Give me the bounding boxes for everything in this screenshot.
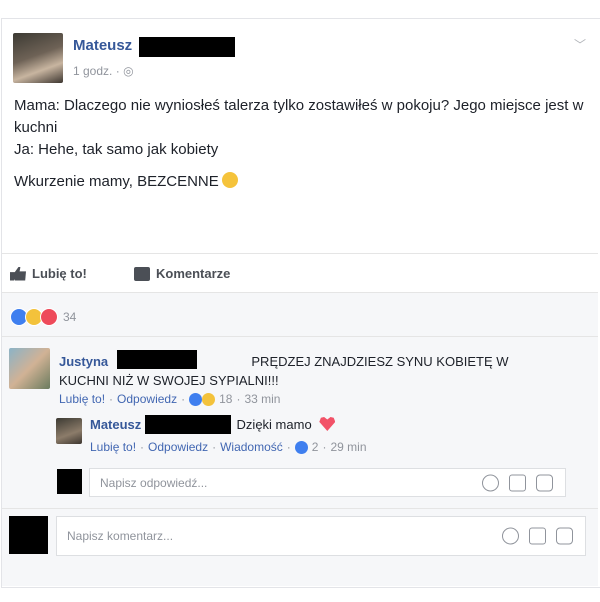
post-line: Ja: Hehe, tak samo jak kobiety <box>14 141 219 158</box>
divider <box>2 253 598 254</box>
reply-avatar[interactable] <box>56 418 82 444</box>
reaction-count: 34 <box>63 310 77 324</box>
reply-tools <box>482 474 553 491</box>
comment-tools <box>502 527 573 545</box>
sticker-icon[interactable] <box>536 474 553 491</box>
divider <box>2 292 598 293</box>
divider <box>2 508 598 509</box>
comment-reply-link[interactable]: Odpowiedz <box>117 392 177 406</box>
reply-author-name[interactable]: Mateusz <box>90 417 141 432</box>
commenter-avatar[interactable] <box>9 348 50 389</box>
reply-time[interactable]: 29 min <box>330 440 366 454</box>
comment-input[interactable]: Napisz komentarz... <box>56 516 586 556</box>
broken-heart-icon <box>319 417 336 431</box>
redaction-bar <box>145 415 231 434</box>
post-body: Mama: Dlaczego nie wyniosłeś talerza tyl… <box>14 95 584 193</box>
reply-reply-link[interactable]: Odpowiedz <box>148 440 208 454</box>
haha-icon <box>202 392 216 406</box>
author-avatar[interactable] <box>13 33 63 83</box>
reply-user-avatar <box>57 469 82 494</box>
commenter-name[interactable]: Justyna <box>59 354 108 369</box>
reply-message-link[interactable]: Wiadomość <box>220 440 283 454</box>
post-line-final: Wkurzenie mamy, BEZCENNE <box>14 171 584 193</box>
comment-placeholder: Napisz komentarz... <box>67 529 174 543</box>
reply-input[interactable]: Napisz odpowiedź... <box>89 468 566 497</box>
camera-icon[interactable] <box>509 474 526 491</box>
post-timestamp[interactable]: 1 godz. <box>73 64 112 78</box>
reply-placeholder: Napisz odpowiedź... <box>100 475 208 490</box>
divider <box>2 336 598 337</box>
thumbs-up-icon <box>10 266 26 281</box>
reply-text: Dzięki mamo <box>236 417 312 432</box>
like-icon <box>189 392 203 406</box>
reply-reaction-count[interactable]: 2 <box>312 440 319 454</box>
comment-like-link[interactable]: Lubię to! <box>59 392 105 406</box>
redaction-bar <box>139 37 235 57</box>
comment-actions: Lubię to! · Odpowiedz · 18 · 33 min <box>59 392 281 406</box>
globe-icon: ◎ <box>123 64 134 78</box>
laughing-emoji-icon <box>221 172 238 188</box>
speech-bubble-icon <box>134 266 150 281</box>
reply-like-link[interactable]: Lubię to! <box>90 440 136 454</box>
camera-icon[interactable] <box>529 527 546 545</box>
like-button[interactable]: Lubię to! <box>10 266 87 281</box>
redaction-bar <box>117 350 197 369</box>
post-meta: 1 godz. · ◎ <box>73 64 134 78</box>
post-author-name[interactable]: Mateusz <box>73 37 132 54</box>
emoji-icon[interactable] <box>482 474 499 491</box>
comment-reaction-count[interactable]: 18 <box>219 392 232 406</box>
user-avatar <box>9 516 48 554</box>
reactions-summary[interactable]: 34 <box>10 308 76 326</box>
reply-actions: Lubię to! · Odpowiedz · Wiadomość · 2 · … <box>90 440 367 454</box>
like-icon <box>294 440 308 454</box>
emoji-icon[interactable] <box>502 527 519 545</box>
post-line: Mama: Dlaczego nie wyniosłeś talerza tyl… <box>14 97 584 136</box>
sticker-icon[interactable] <box>556 527 573 545</box>
comment-time[interactable]: 33 min <box>244 392 280 406</box>
love-icon <box>40 308 58 326</box>
comment-button[interactable]: Komentarze <box>134 266 230 281</box>
chevron-down-icon[interactable]: ﹀ <box>574 36 586 53</box>
